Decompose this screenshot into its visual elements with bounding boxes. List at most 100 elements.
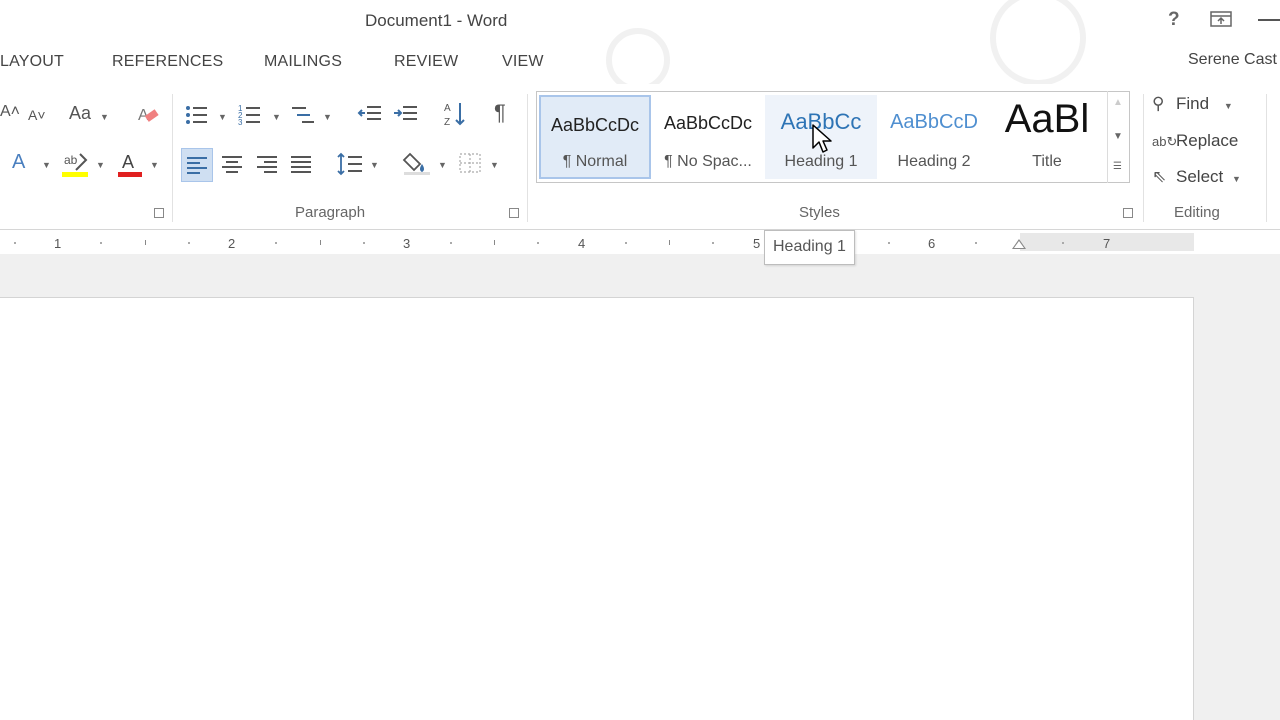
styles-gallery-scroll: ▲ ▼ ☰: [1107, 91, 1129, 183]
bullets-icon[interactable]: [185, 104, 209, 126]
style-preview: AaBbCcD: [890, 111, 978, 133]
ruler-tick: [145, 240, 146, 245]
document-page[interactable]: [0, 297, 1194, 720]
ribbon: A˄ A˅ Aa ▼ A A ▼ ab ▼ A ▼ ▼ 1 2 3 ▼ ▼ A …: [0, 84, 1280, 230]
numbering-icon[interactable]: 1 2 3: [238, 104, 262, 126]
tab-references[interactable]: REFERENCES: [112, 53, 223, 71]
borders-icon[interactable]: [458, 152, 482, 174]
style-heading-2[interactable]: AaBbCcD Heading 2: [878, 95, 990, 179]
multilevel-list-icon[interactable]: [290, 104, 316, 126]
more-styles-icon[interactable]: ☰: [1113, 161, 1122, 172]
text-effects-icon[interactable]: A: [12, 152, 25, 172]
svg-text:A: A: [444, 103, 451, 114]
ribbon-tab-row: LAYOUT REFERENCES MAILINGS REVIEW VIEW: [0, 44, 1280, 84]
ruler-dot: [188, 242, 190, 244]
align-left-icon: [187, 157, 207, 174]
ribbon-display-options-icon[interactable]: [1210, 11, 1232, 27]
styles-gallery: AaBbCcDc ¶ Normal AaBbCcDc ¶ No Spac... …: [536, 91, 1130, 183]
grow-font-icon[interactable]: A˄: [0, 104, 20, 120]
chevron-down-icon: ▼: [1223, 101, 1233, 111]
svg-text:ab: ab: [64, 153, 78, 167]
clear-formatting-icon[interactable]: A: [136, 104, 162, 126]
horizontal-ruler[interactable]: 1 2 3 4 5 6 7: [0, 233, 1195, 253]
show-hide-formatting-icon[interactable]: ¶: [494, 102, 506, 124]
ruler-dot: [712, 242, 714, 244]
group-separator: [1143, 94, 1144, 222]
ruler-dot: [363, 242, 365, 244]
svg-text:A: A: [122, 152, 134, 172]
mouse-pointer-icon: [812, 124, 832, 153]
help-icon[interactable]: ?: [1168, 9, 1180, 31]
chevron-down-icon[interactable]: ▼: [42, 160, 51, 170]
ruler-dot: [275, 242, 277, 244]
chevron-down-icon[interactable]: ▼: [150, 160, 159, 170]
chevron-down-icon[interactable]: ▼: [438, 160, 447, 170]
svg-text:3: 3: [238, 118, 243, 126]
chevron-down-icon[interactable]: ▼: [100, 112, 109, 122]
change-case-button[interactable]: Aa: [69, 104, 91, 122]
ruler-number: 3: [403, 236, 411, 251]
style-no-spacing[interactable]: AaBbCcDc ¶ No Spac...: [652, 95, 764, 179]
ruler-dot: [975, 242, 977, 244]
increase-indent-icon[interactable]: [393, 104, 419, 126]
align-right-icon[interactable]: [256, 155, 278, 173]
ruler-dot: [14, 242, 16, 244]
style-preview: AaBbCcDc: [550, 115, 640, 135]
minimize-icon[interactable]: [1258, 19, 1280, 21]
group-separator: [172, 94, 173, 222]
tab-mailings[interactable]: MAILINGS: [264, 53, 342, 71]
style-normal[interactable]: AaBbCcDc ¶ Normal: [539, 95, 651, 179]
decrease-indent-icon[interactable]: [357, 104, 383, 126]
align-left-button[interactable]: [181, 148, 213, 182]
binoculars-icon: ⚲: [1152, 94, 1165, 113]
highlight-color-icon[interactable]: ab: [62, 150, 90, 178]
chevron-down-icon[interactable]: ▼: [370, 160, 379, 170]
paragraph-dialog-launcher-icon[interactable]: [509, 208, 519, 218]
replace-label: Replace: [1176, 131, 1239, 150]
tab-layout[interactable]: LAYOUT: [0, 53, 64, 71]
shrink-font-icon[interactable]: A˅: [28, 108, 46, 122]
ruler-dot: [625, 242, 627, 244]
chevron-down-icon[interactable]: ▼: [272, 112, 281, 122]
ruler-number: 7: [1103, 236, 1111, 251]
scroll-down-icon[interactable]: ▼: [1113, 131, 1123, 142]
ruler-dot: [888, 242, 890, 244]
right-indent-marker[interactable]: [1012, 239, 1026, 249]
chevron-down-icon[interactable]: ▼: [96, 160, 105, 170]
select-button[interactable]: ⇖ Select ▼: [1152, 167, 1241, 187]
align-center-icon[interactable]: [221, 155, 243, 173]
tab-view[interactable]: VIEW: [502, 53, 544, 71]
tab-review[interactable]: REVIEW: [394, 53, 458, 71]
sort-icon[interactable]: A Z: [442, 100, 468, 128]
ruler-number: 5: [753, 236, 761, 251]
find-label: Find: [1176, 94, 1210, 113]
ruler-tick: [494, 240, 495, 245]
ruler-dot: [537, 242, 539, 244]
group-separator: [527, 94, 528, 222]
ruler-number: 6: [928, 236, 936, 251]
styles-group-label: Styles: [799, 204, 840, 221]
svg-text:Z: Z: [444, 117, 450, 128]
ruler-dot: [1062, 242, 1064, 244]
ruler-dot: [100, 242, 102, 244]
find-button[interactable]: ⚲ Find ▼: [1152, 94, 1233, 114]
chevron-down-icon[interactable]: ▼: [218, 112, 227, 122]
font-color-icon[interactable]: A: [116, 150, 144, 178]
replace-button[interactable]: ab↻Replace: [1152, 131, 1238, 151]
shading-icon[interactable]: [402, 150, 432, 176]
style-title[interactable]: AaBl Title: [991, 95, 1103, 179]
scroll-up-icon[interactable]: ▲: [1113, 97, 1123, 108]
line-spacing-icon[interactable]: [337, 152, 363, 176]
justify-icon[interactable]: [290, 155, 312, 173]
chevron-down-icon[interactable]: ▼: [323, 112, 332, 122]
paragraph-group-label: Paragraph: [295, 204, 366, 221]
ruler-tick: [669, 240, 670, 245]
select-cursor-icon: ⇖: [1152, 167, 1167, 186]
ruler-number: 4: [578, 236, 586, 251]
style-name: Heading 2: [897, 153, 971, 170]
styles-dialog-launcher-icon[interactable]: [1123, 208, 1133, 218]
chevron-down-icon[interactable]: ▼: [490, 160, 499, 170]
style-name: ¶ No Spac...: [664, 153, 752, 170]
user-account-name[interactable]: Serene Cast: [1188, 51, 1277, 69]
font-dialog-launcher-icon[interactable]: [154, 208, 164, 218]
